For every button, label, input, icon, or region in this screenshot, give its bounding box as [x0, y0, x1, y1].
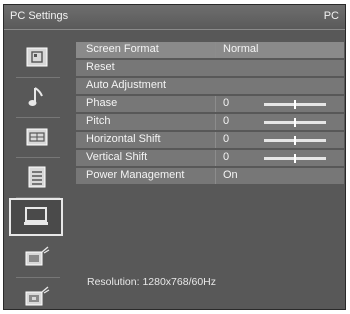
- vertical-shift-slider[interactable]: [264, 154, 326, 163]
- pc-connect-icon: [25, 246, 50, 266]
- menu-row-label: Screen Format: [86, 43, 159, 55]
- menu-row-value: Normal: [223, 43, 259, 55]
- horizontal-shift-slider[interactable]: [264, 136, 326, 145]
- menu-row-label: Phase: [86, 97, 118, 109]
- menu-row-value: 0: [223, 115, 230, 127]
- input-source-label: PC: [323, 10, 339, 22]
- menu-row-value: 0: [223, 133, 230, 145]
- slider-thumb[interactable]: [294, 154, 296, 163]
- menu-row-reset[interactable]: Reset: [76, 60, 344, 76]
- menu-row-value: 0: [223, 97, 230, 109]
- menu-row-label: Horizontal Shift: [86, 133, 161, 145]
- picture-icon: [26, 47, 48, 67]
- settings-menu: Screen Format Normal Reset Auto Adjustme…: [76, 42, 344, 186]
- pc-connect-alt-icon: [25, 286, 50, 306]
- menu-row-pitch[interactable]: Pitch 0: [76, 114, 344, 130]
- page-title: PC Settings: [10, 10, 69, 22]
- title-bar: PC Settings PC: [4, 5, 345, 30]
- menu-row-label: Pitch: [86, 115, 111, 127]
- menu-row-label: Auto Adjustment: [86, 79, 167, 91]
- sidebar-item-screen[interactable]: [12, 120, 62, 154]
- menu-row-vertical-shift[interactable]: Vertical Shift 0: [76, 150, 344, 166]
- pitch-slider[interactable]: [264, 118, 326, 127]
- menu-row-label: Vertical Shift: [86, 151, 148, 163]
- slider-thumb[interactable]: [294, 100, 296, 109]
- sidebar-item-picture[interactable]: [12, 40, 62, 74]
- menu-row-horizontal-shift[interactable]: Horizontal Shift 0: [76, 132, 344, 148]
- menu-row-power-management[interactable]: Power Management On: [76, 168, 344, 184]
- sidebar-item-pc-input-1[interactable]: [12, 240, 62, 274]
- music-note-icon: [28, 87, 43, 106]
- sidebar-item-pc-input-2[interactable]: [12, 280, 62, 309]
- sidebar: [8, 38, 68, 308]
- sidebar-item-sound[interactable]: [12, 80, 62, 114]
- menu-row-screen-format[interactable]: Screen Format Normal: [76, 42, 344, 58]
- sidebar-item-setup[interactable]: [12, 160, 62, 194]
- sidebar-item-pc[interactable]: [9, 198, 63, 236]
- menu-row-phase[interactable]: Phase 0: [76, 96, 344, 112]
- menu-row-auto-adjustment[interactable]: Auto Adjustment: [76, 78, 344, 94]
- list-icon: [28, 166, 46, 188]
- menu-row-value: On: [223, 169, 238, 181]
- pc-settings-window: PC Settings PC Screen Format Normal Rese…: [3, 4, 346, 310]
- phase-slider[interactable]: [264, 100, 326, 109]
- menu-row-label: Power Management: [86, 169, 185, 181]
- menu-row-label: Reset: [86, 61, 115, 73]
- screen-icon: [26, 128, 48, 146]
- slider-thumb[interactable]: [294, 118, 296, 127]
- resolution-status: Resolution: 1280x768/60Hz: [87, 276, 217, 288]
- slider-thumb[interactable]: [294, 136, 296, 145]
- pc-monitor-icon: [24, 207, 48, 225]
- menu-row-value: 0: [223, 151, 230, 163]
